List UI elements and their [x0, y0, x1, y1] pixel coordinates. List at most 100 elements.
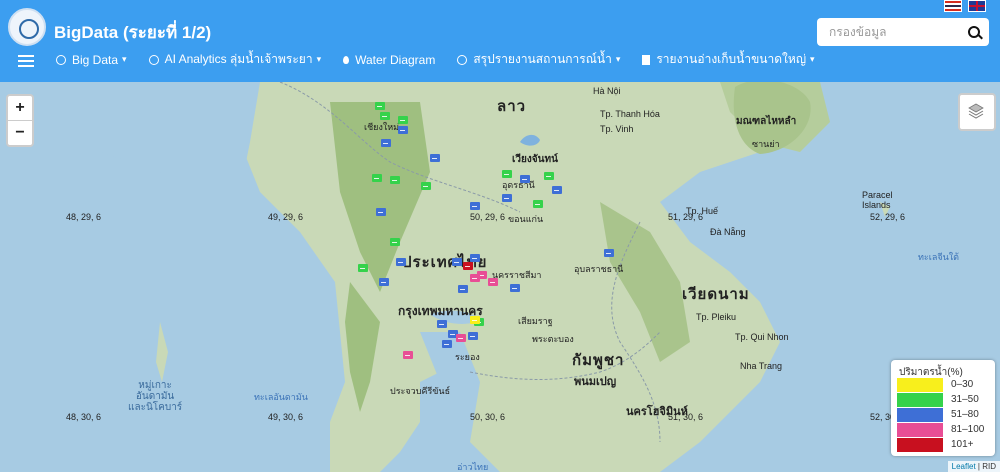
city-label-nha-trang: Nha Trang	[740, 361, 783, 371]
search-icon[interactable]	[968, 26, 980, 38]
legend-item: 81–100	[897, 423, 989, 437]
nav-item-large-reservoir-report[interactable]: รายงานอ่างเก็บน้ำขนาดใหญ่ ▾	[642, 50, 815, 69]
islands-label-paracel: Paracel Islands	[862, 190, 893, 210]
grid-label: 48, 29, 6	[66, 212, 102, 222]
app-title[interactable]: BigData (ระยะที่ 1/2)	[54, 19, 211, 46]
reservoir-marker[interactable]	[604, 249, 614, 257]
reservoir-marker[interactable]	[458, 285, 468, 293]
city-label-sanya: ซานย่า	[752, 139, 780, 149]
reservoir-marker[interactable]	[376, 208, 386, 216]
reservoir-marker[interactable]	[470, 316, 480, 324]
search-box	[817, 18, 989, 46]
layers-button[interactable]	[958, 93, 996, 131]
nav-item-label: AI Analytics ลุ่มน้ำเจ้าพระยา	[164, 52, 313, 66]
legend-swatch	[897, 393, 943, 407]
nav-item-label: สรุปรายงานสถานการณ์น้ำ	[473, 52, 612, 66]
reservoir-marker[interactable]	[358, 264, 368, 272]
zoom-out-button[interactable]: −	[8, 120, 32, 145]
reservoir-marker[interactable]	[372, 174, 382, 182]
map-canvas[interactable]: ลาว ประเทศไทย เวียดนาม กัมพูชา กรุงเทพมห…	[0, 82, 1000, 472]
globe-icon	[457, 54, 468, 65]
map-legend: ปริมาตรน้ำ(%) 0–30 31–50 51–80 81–100 10…	[891, 360, 995, 456]
city-label-tp-thanh-hoa: Tp. Thanh Hóa	[600, 109, 660, 119]
attribution-source: RID	[982, 462, 996, 471]
legend-swatch	[897, 378, 943, 392]
reservoir-marker[interactable]	[421, 182, 431, 190]
city-label-vientiane: เวียงจันทน์	[512, 154, 558, 165]
nav-item-water-situation-report[interactable]: สรุปรายงานสถานการณ์น้ำ ▾	[457, 50, 620, 69]
reservoir-marker[interactable]	[520, 175, 530, 183]
droplet-icon	[343, 55, 350, 64]
legend-label: 101+	[951, 439, 974, 450]
reservoir-marker[interactable]	[403, 351, 413, 359]
nav-item-water-diagram[interactable]: Water Diagram	[343, 53, 435, 67]
legend-label: 0–30	[951, 379, 974, 390]
reservoir-marker[interactable]	[502, 170, 512, 178]
reservoir-marker[interactable]	[380, 112, 390, 120]
province-label-hainan: มณฑลไหหลำ	[736, 116, 797, 127]
reservoir-marker[interactable]	[544, 172, 554, 180]
zoom-in-button[interactable]: +	[8, 96, 32, 120]
sea-label-gulf-of-thailand: อ่าวไทย	[457, 462, 489, 472]
reservoir-marker[interactable]	[430, 154, 440, 162]
legend-swatch	[897, 438, 943, 452]
city-label-prachuap: ประจวบคีรีขันธ์	[390, 386, 451, 396]
grid-label: 49, 30, 6	[268, 412, 304, 422]
hamburger-menu-icon[interactable]	[18, 54, 34, 67]
globe-icon	[56, 54, 66, 65]
nav-item-ai-analytics[interactable]: AI Analytics ลุ่มน้ำเจ้าพระยา ▾	[148, 50, 322, 69]
city-label-chiang-mai: เชียงใหม่	[364, 122, 400, 132]
reservoir-marker[interactable]	[437, 320, 447, 328]
reservoir-marker[interactable]	[398, 116, 408, 124]
islands-label-andaman: หมู่เกาะ อันดามัน และนิโคบาร์	[128, 380, 183, 413]
reservoir-marker[interactable]	[390, 238, 400, 246]
reservoir-marker[interactable]	[470, 254, 480, 262]
city-label-da-nang: Đà Nẵng	[710, 227, 746, 237]
city-label-phnom-penh: พนมเปญ	[574, 376, 617, 388]
reservoir-marker[interactable]	[452, 258, 462, 266]
chevron-down-icon: ▾	[316, 54, 322, 64]
reservoir-marker[interactable]	[502, 194, 512, 202]
reservoir-marker[interactable]	[468, 332, 478, 340]
globe-icon	[148, 54, 159, 65]
grid-label: 49, 29, 6	[268, 212, 304, 222]
nav-item-big-data[interactable]: Big Data ▾	[56, 53, 127, 67]
reservoir-marker[interactable]	[470, 202, 480, 210]
chevron-down-icon: ▾	[122, 54, 127, 64]
reservoir-marker[interactable]	[488, 278, 498, 286]
city-label-nakhon-ratchasima: นครราชสีมา	[492, 270, 542, 280]
reservoir-marker[interactable]	[375, 102, 385, 110]
city-label-khon-kaen: ขอนแก่น	[508, 214, 544, 224]
reservoir-marker[interactable]	[463, 262, 473, 270]
uk-flag-icon[interactable]	[968, 0, 986, 12]
city-label-battambang: พระตะบอง	[532, 334, 574, 344]
city-label-tp-pleiku: Tp. Pleiku	[696, 312, 737, 322]
legend-label: 51–80	[951, 409, 979, 420]
reservoir-marker[interactable]	[456, 334, 466, 342]
reservoir-marker[interactable]	[510, 284, 520, 292]
city-label-tp-vinh: Tp. Vinh	[600, 124, 634, 134]
legend-item: 101+	[897, 438, 989, 452]
sea-label-south-china-sea: ทะเลจีนใต้	[918, 252, 960, 262]
leaflet-link[interactable]: Leaflet	[952, 462, 976, 471]
search-input[interactable]	[827, 18, 961, 46]
reservoir-marker[interactable]	[470, 274, 480, 282]
reservoir-marker[interactable]	[442, 340, 452, 348]
reservoir-marker[interactable]	[533, 200, 543, 208]
map-attribution: Leaflet | RID	[947, 461, 1000, 472]
reservoir-marker[interactable]	[396, 258, 406, 266]
main-nav: Big Data ▾ AI Analytics ลุ่มน้ำเจ้าพระยา…	[18, 50, 837, 69]
top-navbar: BigData (ระยะที่ 1/2) Big Data ▾ AI Anal…	[0, 0, 1000, 82]
reservoir-marker[interactable]	[390, 176, 400, 184]
thai-flag-icon[interactable]	[944, 0, 962, 12]
city-label-ubon: อุบลราชธานี	[574, 264, 624, 274]
sea-label-andaman-sea: ทะเลอันดามัน	[254, 392, 308, 402]
legend-item: 31–50	[897, 393, 989, 407]
reservoir-marker[interactable]	[381, 139, 391, 147]
file-icon	[642, 54, 651, 65]
reservoir-marker[interactable]	[552, 186, 562, 194]
reservoir-marker[interactable]	[379, 278, 389, 286]
reservoir-marker[interactable]	[398, 126, 408, 134]
grid-label: 48, 30, 6	[66, 412, 102, 422]
chevron-down-icon: ▾	[615, 54, 621, 64]
